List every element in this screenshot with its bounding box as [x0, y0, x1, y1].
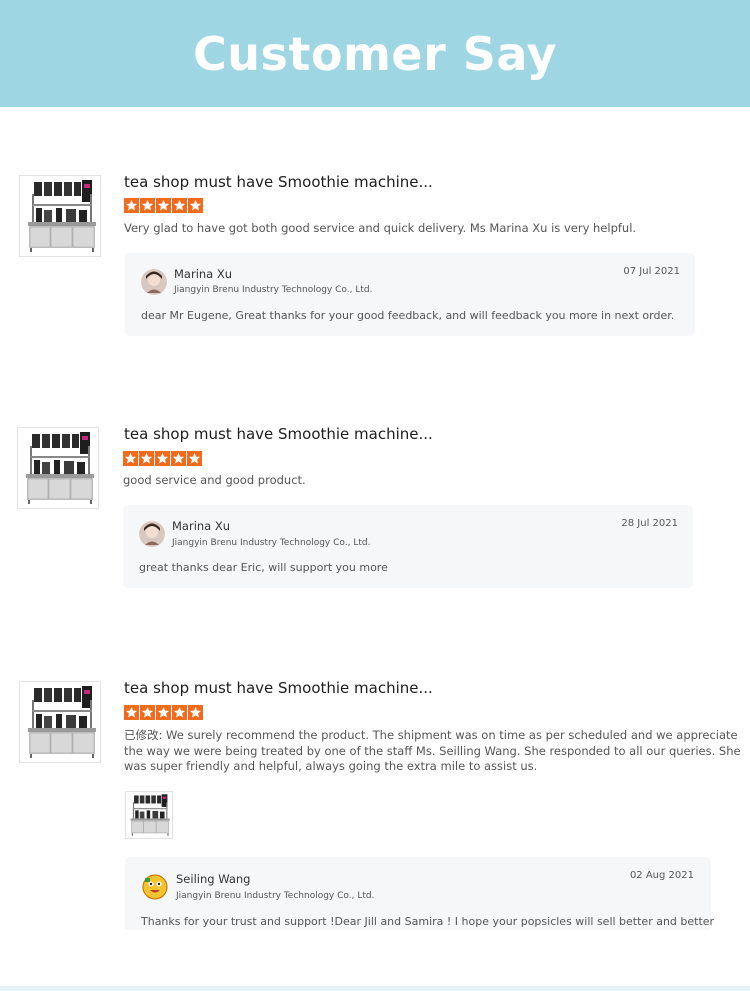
star-icon — [156, 198, 171, 214]
review-text-line: was super friendly and helpful, always g… — [124, 759, 538, 773]
product-thumbnail[interactable] — [17, 427, 99, 509]
star-icon — [172, 198, 187, 214]
review-text-line: 已修改: We surely recommend the product. Th… — [124, 728, 738, 742]
review-text-line: the way we were being treated by one of … — [124, 743, 741, 758]
product-thumbnail[interactable] — [19, 175, 101, 257]
star-rating — [123, 451, 202, 467]
star-icon — [171, 451, 186, 467]
star-icon — [140, 198, 155, 214]
star-icon — [155, 451, 170, 467]
seller-reply: Marina Xu Jiangyin Brenu Industry Techno… — [123, 505, 693, 588]
avatar — [142, 874, 168, 900]
review-title: tea shop must have Smoothie machine... — [124, 679, 433, 697]
avatar — [139, 521, 165, 547]
review-title: tea shop must have Smoothie machine... — [124, 173, 433, 191]
reply-author: Seiling Wang — [176, 872, 251, 886]
reply-author: Marina Xu — [172, 519, 231, 533]
star-icon — [172, 705, 187, 721]
seller-reply: Seiling Wang Jiangyin Brenu Industry Tec… — [125, 857, 715, 930]
star-icon — [188, 705, 203, 721]
review-text: 已修改: We surely recommend the product. Th… — [124, 728, 741, 775]
star-icon — [139, 451, 154, 467]
reply-company: Jiangyin Brenu Industry Technology Co., … — [172, 538, 371, 548]
reply-text: great thanks dear Eric, will support you… — [139, 561, 388, 574]
review-text: good service and good product. — [123, 473, 306, 487]
star-icon — [156, 705, 171, 721]
review-text: Very glad to have got both good service … — [124, 221, 637, 235]
review-title: tea shop must have Smoothie machine... — [124, 425, 433, 443]
seller-reply: Marina Xu Jiangyin Brenu Industry Techno… — [125, 253, 695, 336]
reply-author: Marina Xu — [174, 267, 233, 281]
star-rating — [124, 198, 203, 214]
reply-text: Thanks for your trust and support !Dear … — [141, 915, 715, 928]
star-icon — [123, 451, 138, 467]
product-thumbnail[interactable] — [19, 681, 101, 763]
review-photo[interactable] — [125, 791, 173, 839]
star-rating — [124, 705, 203, 721]
star-icon — [140, 705, 155, 721]
reply-text: dear Mr Eugene, Great thanks for your go… — [141, 309, 675, 322]
reply-date: 28 Jul 2021 — [621, 518, 678, 529]
reply-date: 07 Jul 2021 — [623, 266, 680, 277]
star-icon — [188, 198, 203, 214]
avatar — [141, 269, 167, 295]
star-icon — [187, 451, 202, 467]
footer-divider — [0, 986, 750, 991]
star-icon — [124, 705, 139, 721]
reply-date: 02 Aug 2021 — [629, 870, 694, 881]
header-banner: Customer Say — [0, 0, 750, 107]
reply-company: Jiangyin Brenu Industry Technology Co., … — [174, 285, 373, 295]
reply-company: Jiangyin Brenu Industry Technology Co., … — [176, 891, 375, 901]
star-icon — [124, 198, 139, 214]
page-title: Customer Say — [192, 26, 558, 81]
